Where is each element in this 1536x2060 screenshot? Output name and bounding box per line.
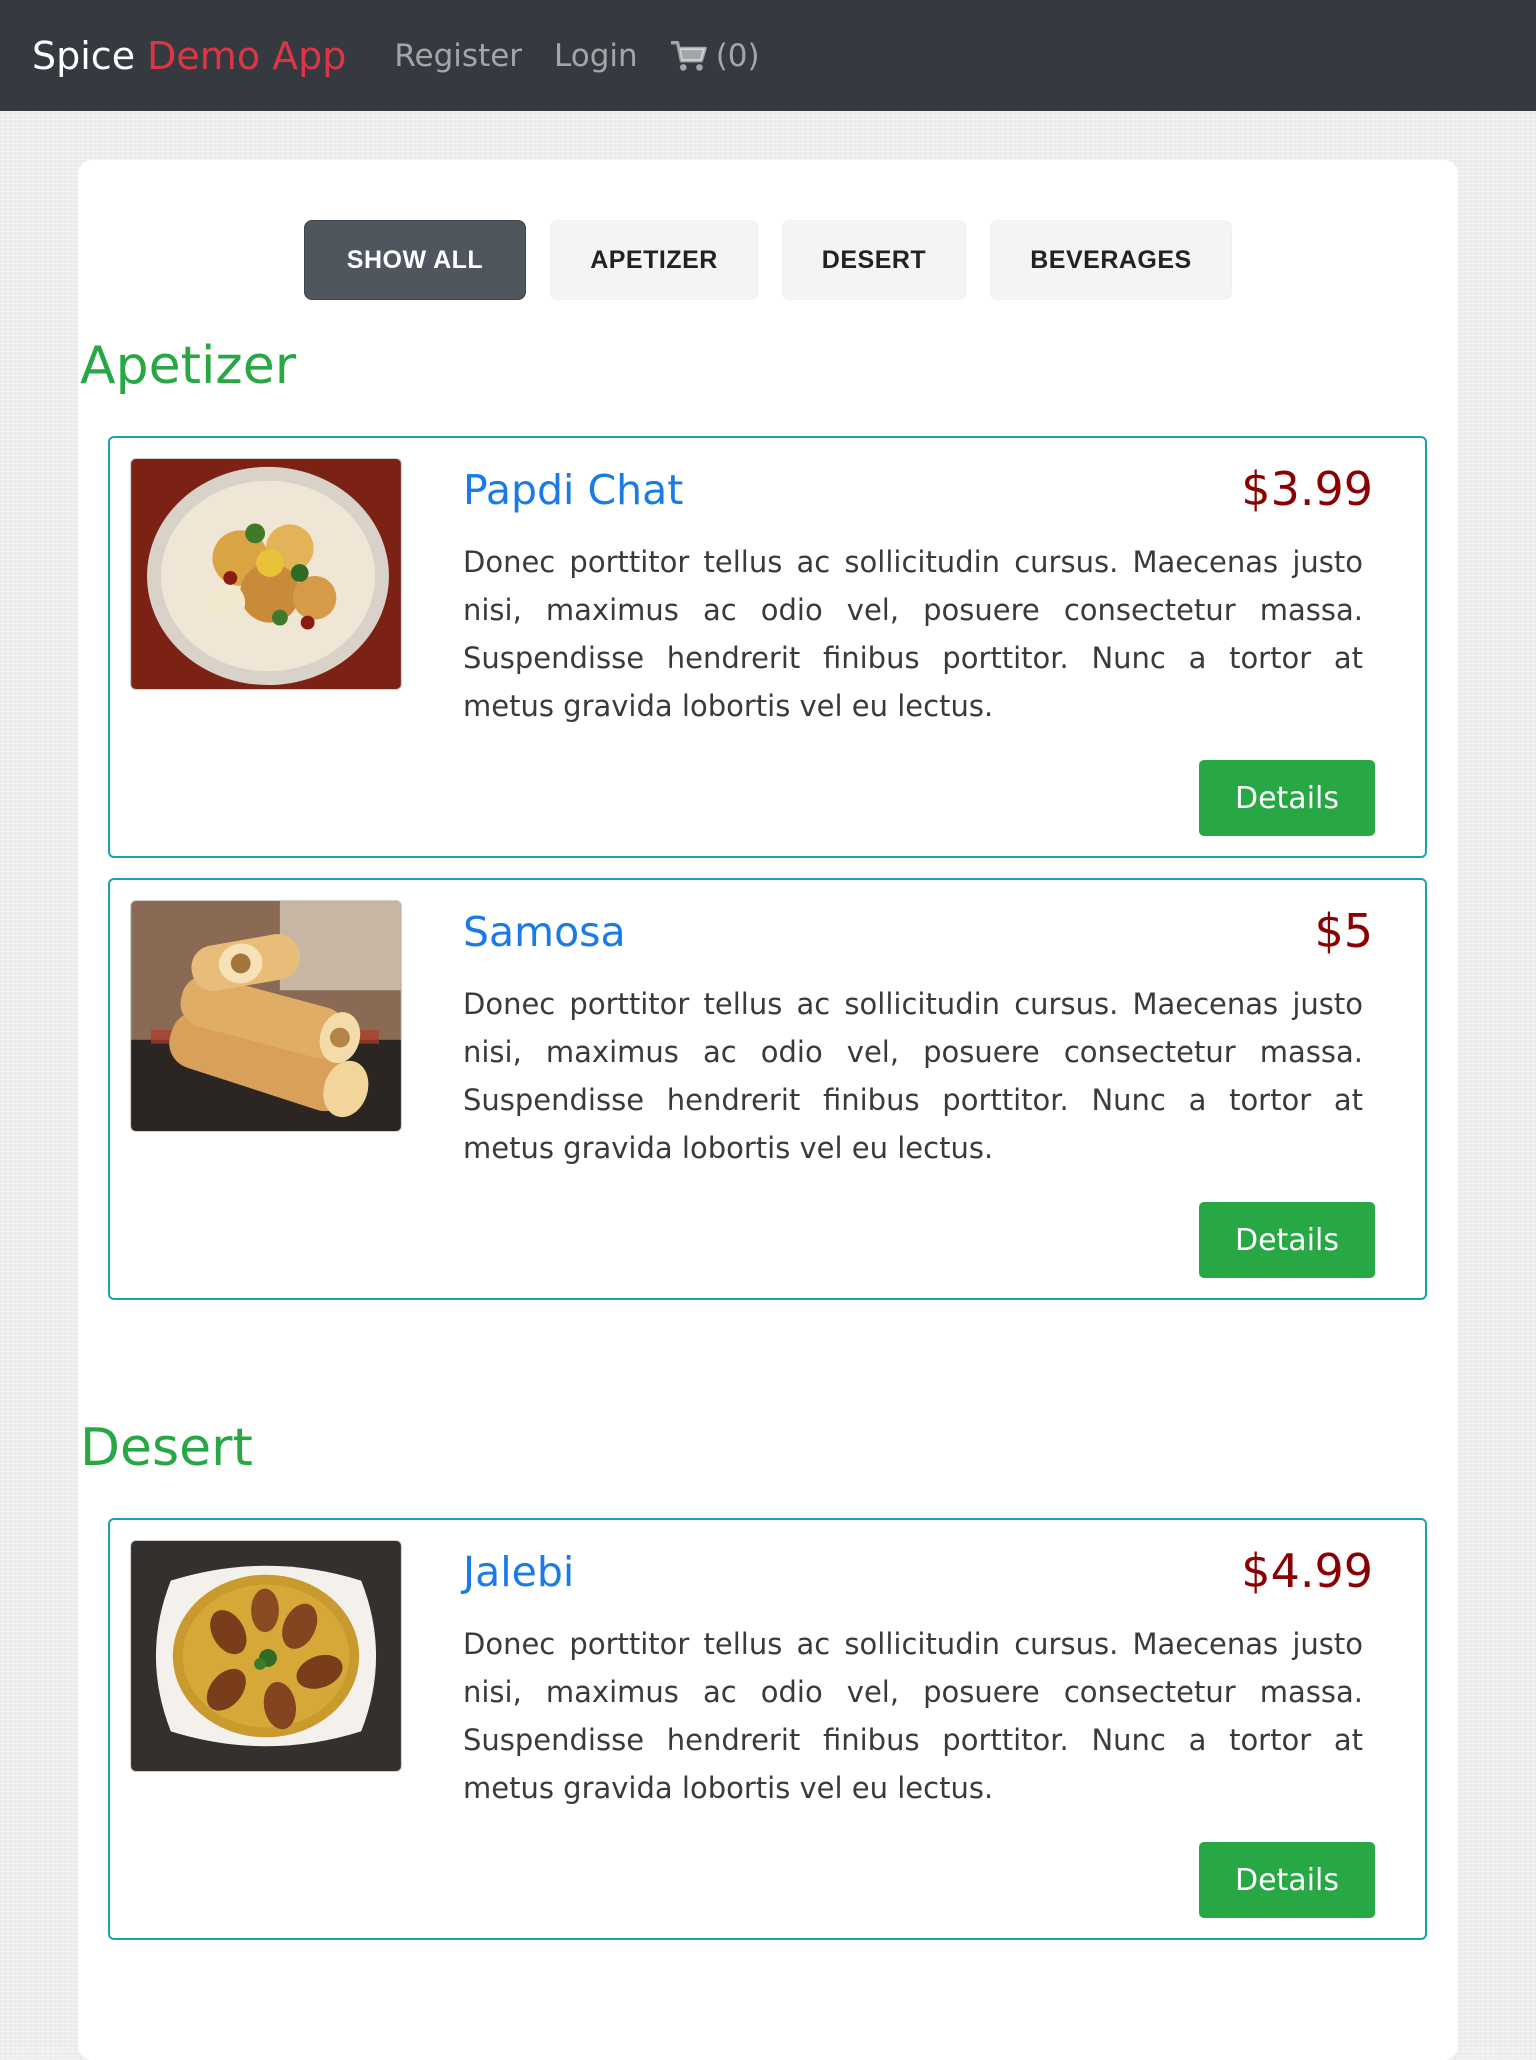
- menu-item-card: Papdi Chat $3.99 Donec porttitor tellus …: [108, 436, 1427, 858]
- item-description: Donec porttitor tellus ac sollicitudin c…: [463, 987, 1363, 1165]
- item-name[interactable]: Samosa: [463, 908, 626, 956]
- login-link[interactable]: Login: [554, 38, 638, 74]
- section-title-desert: Desert: [80, 1418, 253, 1478]
- menu-item-card: Samosa $5 Donec porttitor tellus ac soll…: [108, 878, 1427, 1300]
- filter-beverages-button[interactable]: BEVERAGES: [990, 220, 1232, 300]
- filter-apetizer-button[interactable]: APETIZER: [550, 220, 758, 300]
- cart-count: (0): [715, 37, 760, 74]
- brand-accent: Demo App: [147, 33, 347, 78]
- shopping-cart-icon: [670, 40, 707, 71]
- item-description: Donec porttitor tellus ac sollicitudin c…: [463, 1627, 1363, 1805]
- item-price: $4.99: [1241, 1544, 1373, 1598]
- menu-item-card: Jalebi $4.99 Donec porttitor tellus ac s…: [108, 1518, 1427, 1940]
- item-price: $5: [1314, 904, 1373, 958]
- item-name[interactable]: Jalebi: [463, 1548, 574, 1596]
- register-link[interactable]: Register: [394, 38, 522, 74]
- item-name[interactable]: Papdi Chat: [463, 466, 683, 514]
- item-image-papdi-chat: [130, 458, 402, 690]
- brand-logo[interactable]: Spice Demo App: [32, 34, 346, 78]
- item-image-jalebi: [130, 1540, 402, 1772]
- menu-container: SHOW ALL APETIZER DESERT BEVERAGES Apeti…: [78, 160, 1458, 2060]
- cart-link[interactable]: (0): [670, 38, 760, 74]
- category-filters: SHOW ALL APETIZER DESERT BEVERAGES: [78, 220, 1458, 302]
- filter-desert-button[interactable]: DESERT: [782, 220, 966, 300]
- details-button[interactable]: Details: [1199, 1842, 1375, 1918]
- details-button[interactable]: Details: [1199, 760, 1375, 836]
- brand-name: Spice: [32, 33, 136, 78]
- item-image-samosa: [130, 900, 402, 1132]
- item-price: $3.99: [1241, 462, 1373, 516]
- details-button[interactable]: Details: [1199, 1202, 1375, 1278]
- section-title-apetizer: Apetizer: [80, 336, 297, 396]
- navbar: Spice Demo App Register Login (0): [0, 0, 1536, 111]
- item-description: Donec porttitor tellus ac sollicitudin c…: [463, 545, 1363, 723]
- filter-show-all-button[interactable]: SHOW ALL: [304, 220, 526, 300]
